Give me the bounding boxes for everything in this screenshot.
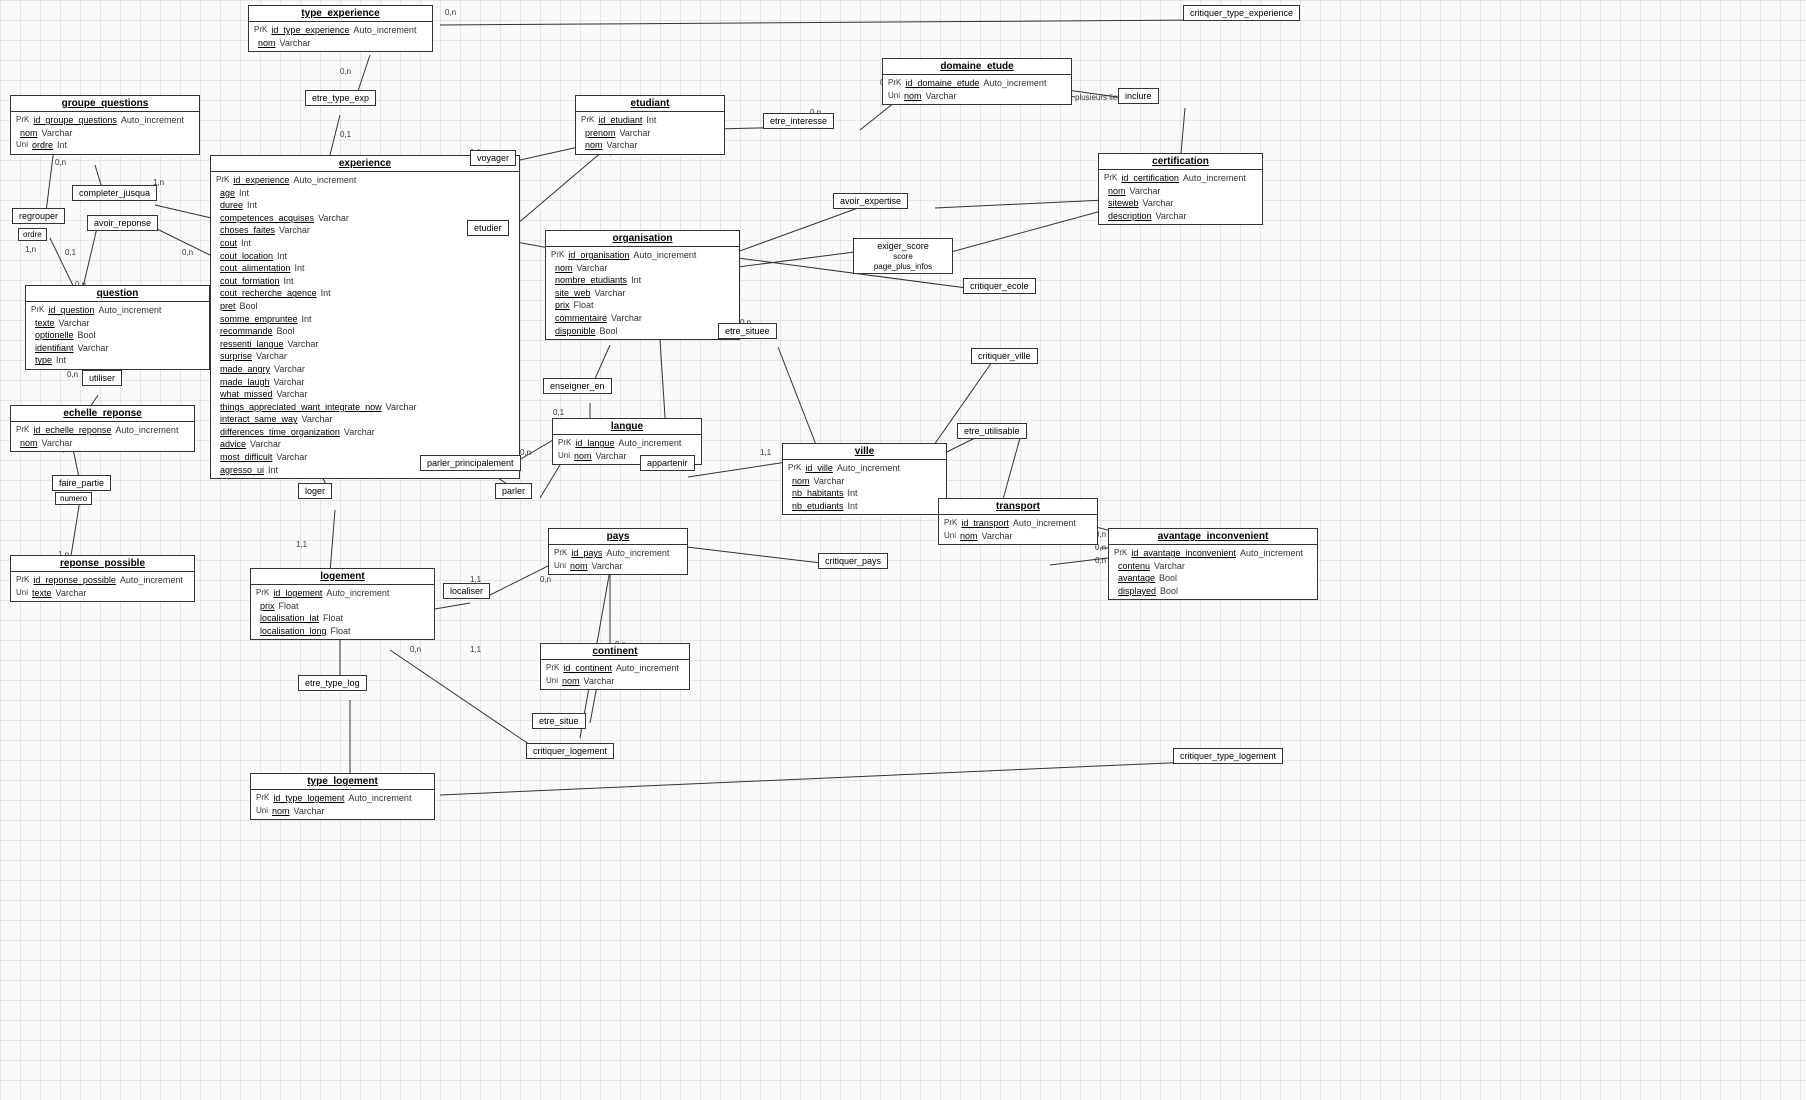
card-etre-type-2: 0,1 [340, 130, 351, 139]
relation-appartenir: appartenir [640, 455, 695, 471]
entity-body-reponse-possible: PrKid_reponse_possibleAuto_increment Uni… [11, 572, 194, 601]
entity-body-domaine-etude: PrKid_domaine_etudeAuto_increment Uninom… [883, 75, 1071, 104]
relation-etre-interesse: etre_interesse [763, 113, 834, 129]
card-avoir-2: 0,n [182, 248, 193, 257]
card-util-2: 0,n [67, 370, 78, 379]
relation-critiquer-ville: critiquer_ville [971, 348, 1038, 364]
card-type-exp-1: 0,n [445, 8, 456, 17]
relation-etre-type-exp: etre_type_exp [305, 90, 376, 106]
card-avoir-1: 0,1 [65, 248, 76, 257]
entity-body-question: PrKid_questionAuto_increment texteVarcha… [26, 302, 209, 369]
relation-enseigner-en: enseigner_en [543, 378, 612, 394]
entity-body-etudiant: PrKid_etudiantInt prenomVarchar nomVarch… [576, 112, 724, 154]
entity-etudiant[interactable]: etudiant PrKid_etudiantInt prenomVarchar… [575, 95, 725, 155]
erd-canvas: 0,n 0,n 0,1 0,n 1,1 0,1 0,n 1,n 0,n 0,1 … [0, 0, 1806, 1100]
entity-domaine-etude[interactable]: domaine_etude PrKid_domaine_etudeAuto_in… [882, 58, 1072, 105]
faire-partie-numero: numero [55, 492, 92, 505]
entity-body-logement: PrKid_logementAuto_increment prixFloat l… [251, 585, 434, 639]
relation-regrouper: regrouper [12, 208, 65, 224]
card-parler-1: 0,n [520, 448, 531, 457]
entity-type-experience[interactable]: type_experience PrKid_type_experienceAut… [248, 5, 433, 52]
entity-reponse-possible[interactable]: reponse_possible PrKid_reponse_possibleA… [10, 555, 195, 602]
entity-body-type-logement: PrKid_type_logementAuto_increment Uninom… [251, 790, 434, 819]
entity-title-continent: continent [541, 644, 689, 660]
entity-title-logement: logement [251, 569, 434, 585]
entity-experience[interactable]: experience PrKid_experienceAuto_incremen… [210, 155, 520, 479]
entity-body-organisation: PrKid_organisationAuto_increment nomVarc… [546, 247, 739, 339]
relation-completer-jusqua: completer_jusqua [72, 185, 157, 201]
entity-title-reponse-possible: reponse_possible [11, 556, 194, 572]
entity-question[interactable]: question PrKid_questionAuto_increment te… [25, 285, 210, 370]
card-local-3: 0,n [410, 645, 421, 654]
relation-critiquer-logement: critiquer_logement [526, 743, 614, 759]
relation-avoir-reponse: avoir_reponse [87, 215, 158, 231]
relation-exiger-score: exiger_scorescorepage_plus_infos [853, 238, 953, 274]
regrouper-ordre: ordre [18, 228, 47, 241]
card-complet-2: 0,n [55, 158, 66, 167]
entity-title-domaine-etude: domaine_etude [883, 59, 1071, 75]
entity-title-type-experience: type_experience [249, 6, 432, 22]
entity-groupe-questions[interactable]: groupe_questions PrKid_groupe_questionsA… [10, 95, 200, 155]
entity-title-echelle-reponse: echelle_reponse [11, 406, 194, 422]
entity-body-ville: PrKid_villeAuto_increment nomVarchar nb_… [783, 460, 946, 514]
relation-critiquer-type-logement: critiquer_type_logement [1173, 748, 1283, 764]
entity-body-experience: PrKid_experienceAuto_increment ageInt du… [211, 172, 519, 478]
entity-logement[interactable]: logement PrKid_logementAuto_increment pr… [250, 568, 435, 640]
relation-etudier: etudier [467, 220, 509, 236]
card-appart-3: 1,1 [760, 448, 771, 457]
entity-title-etudiant: etudiant [576, 96, 724, 112]
entity-title-pays: pays [549, 529, 687, 545]
relation-critiquer-type-experience: critiquer_type_experience [1183, 5, 1300, 21]
relation-parler-principalement: parler_principalement [420, 455, 521, 471]
card-avantage-3: 0,n [1095, 556, 1106, 565]
relation-loger: loger [298, 483, 332, 499]
entity-title-question: question [26, 286, 209, 302]
entity-title-organisation: organisation [546, 231, 739, 247]
entity-body-transport: PrKid_transportAuto_increment UninomVarc… [939, 515, 1097, 544]
relation-parler: parler [495, 483, 532, 499]
entity-body-pays: PrKid_paysAuto_increment UninomVarchar [549, 545, 687, 574]
entity-continent[interactable]: continent PrKid_continentAuto_increment … [540, 643, 690, 690]
relation-etre-situee: etre_situee [718, 323, 777, 339]
entity-certification[interactable]: certification PrKid_certificationAuto_in… [1098, 153, 1263, 225]
entity-body-groupe-questions: PrKid_groupe_questionsAuto_increment nom… [11, 112, 199, 154]
card-local-2: 0,n [540, 575, 551, 584]
relation-localiser: localiser [443, 583, 490, 599]
entity-title-ville: ville [783, 444, 946, 460]
entity-type-logement[interactable]: type_logement PrKid_type_logementAuto_in… [250, 773, 435, 820]
entity-body-continent: PrKid_continentAuto_increment UninomVarc… [541, 660, 689, 689]
entity-avantage-inconvenient[interactable]: avantage_inconvenient PrKid_avantage_inc… [1108, 528, 1318, 600]
relation-etre-situe: etre_situe [532, 713, 586, 729]
entity-body-avantage-inconvenient: PrKid_avantage_inconvenientAuto_incremen… [1109, 545, 1317, 599]
relation-etre-type-log: etre_type_log [298, 675, 367, 691]
card-local-4: 1,1 [470, 645, 481, 654]
relation-avoir-expertise: avoir_expertise [833, 193, 908, 209]
relation-inclure: inclure [1118, 88, 1159, 104]
relation-critiquer-ecole: critiquer_ecole [963, 278, 1036, 294]
relation-utiliser: utiliser [82, 370, 122, 386]
entity-body-echelle-reponse: PrKid_echelle_reponseAuto_increment nomV… [11, 422, 194, 451]
relation-faire-partie: faire_partie [52, 475, 111, 491]
entity-echelle-reponse[interactable]: echelle_reponse PrKid_echelle_reponseAut… [10, 405, 195, 452]
entity-title-groupe-questions: groupe_questions [11, 96, 199, 112]
entity-title-langue: langue [553, 419, 701, 435]
entity-ville[interactable]: ville PrKid_villeAuto_increment nomVarch… [782, 443, 947, 515]
entity-title-type-logement: type_logement [251, 774, 434, 790]
relation-voyager: voyager [470, 150, 516, 166]
entity-title-avantage-inconvenient: avantage_inconvenient [1109, 529, 1317, 545]
card-enseigner-1: 0,1 [553, 408, 564, 417]
card-loger-2: 1,1 [296, 540, 307, 549]
card-reg-1: 1,n [25, 245, 36, 254]
entity-body-type-experience: PrKid_type_experienceAuto_increment nomV… [249, 22, 432, 51]
relation-etre-utilisable: etre_utilisable [957, 423, 1027, 439]
entity-title-transport: transport [939, 499, 1097, 515]
entity-body-certification: PrKid_certificationAuto_increment nomVar… [1099, 170, 1262, 224]
relation-critiquer-pays: critiquer_pays [818, 553, 888, 569]
entity-transport[interactable]: transport PrKid_transportAuto_increment … [938, 498, 1098, 545]
entity-title-certification: certification [1099, 154, 1262, 170]
entity-pays[interactable]: pays PrKid_paysAuto_increment UninomVarc… [548, 528, 688, 575]
entity-organisation[interactable]: organisation PrKid_organisationAuto_incr… [545, 230, 740, 340]
card-etre-type-1: 0,n [340, 67, 351, 76]
